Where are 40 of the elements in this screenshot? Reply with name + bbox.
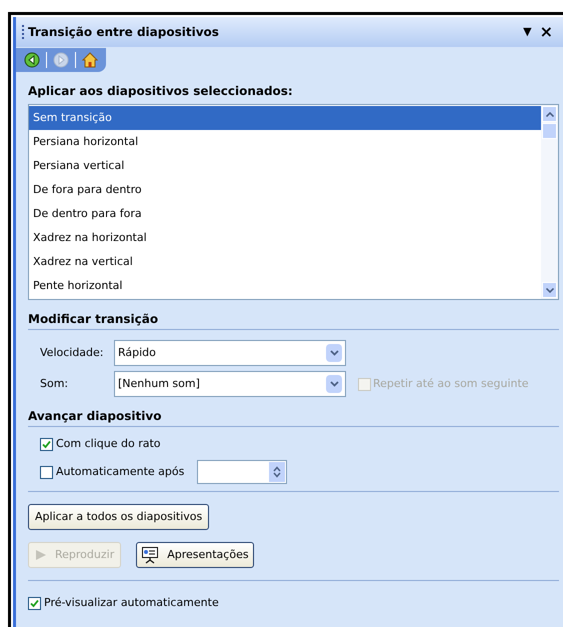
checkbox-label: Repetir até ao som seguinte	[373, 376, 529, 392]
home-icon[interactable]	[82, 52, 98, 68]
checkbox[interactable]	[28, 596, 41, 610]
time-spinner[interactable]	[197, 460, 288, 484]
list-item[interactable]: Xadrez na vertical	[29, 250, 541, 274]
list-item[interactable]: Persiana vertical	[29, 154, 541, 178]
list-item[interactable]: De dentro para fora	[29, 202, 541, 226]
play-icon	[35, 549, 47, 561]
pane-title: Transição entre diapositivos	[28, 24, 220, 41]
back-icon[interactable]	[24, 52, 40, 68]
speed-dropdown[interactable]: Rápido	[114, 340, 346, 366]
scroll-thumb[interactable]	[542, 123, 557, 139]
scroll-down-button[interactable]	[542, 282, 557, 298]
list-item[interactable]: Persiana horizontal	[29, 130, 541, 154]
list-item[interactable]: Pente horizontal	[29, 274, 541, 298]
list-item[interactable]: Sem transição	[29, 106, 541, 130]
checkbox-label: Automaticamente após	[56, 464, 184, 480]
checkbox-label: Pré-visualizar automaticamente	[44, 595, 219, 611]
field-label: Som:	[40, 376, 70, 392]
transition-list[interactable]: Sem transição Persiana horizontal Persiana vertical De fora para dentro De dentro para fora Xadrez na horizontal Xadrez na vertical Pente horizontal	[28, 104, 559, 300]
pane-menu-button[interactable]: ▼	[521, 24, 534, 40]
chevron-down-icon	[546, 288, 554, 292]
close-button[interactable]: ×	[538, 24, 555, 40]
checkbox[interactable]	[40, 438, 53, 450]
section-heading: Modificar transição	[28, 310, 559, 330]
field-label: Velocidade:	[40, 344, 105, 361]
scrollbar[interactable]	[541, 105, 558, 299]
checkbox-label: Com clique do rato	[56, 436, 161, 452]
projector-screen-icon	[141, 546, 160, 564]
apply-all-button[interactable]: Aplicar a todos os diapositivos	[28, 504, 210, 530]
section-heading: Aplicar aos diapositivos seleccionados:	[28, 83, 294, 100]
list-item[interactable]: De fora para dentro	[29, 178, 541, 202]
slideshow-button[interactable]: Apresentações	[136, 542, 254, 568]
scroll-up-button[interactable]	[542, 106, 557, 122]
section-heading: Avançar diapositivo	[28, 407, 559, 427]
checkbox[interactable]	[40, 466, 53, 478]
spin-arrows-icon[interactable]	[269, 462, 286, 482]
sound-dropdown[interactable]: [Nenhum som]	[114, 371, 346, 397]
list-item[interactable]: Xadrez na horizontal	[29, 226, 541, 250]
chevron-up-icon	[546, 112, 554, 116]
